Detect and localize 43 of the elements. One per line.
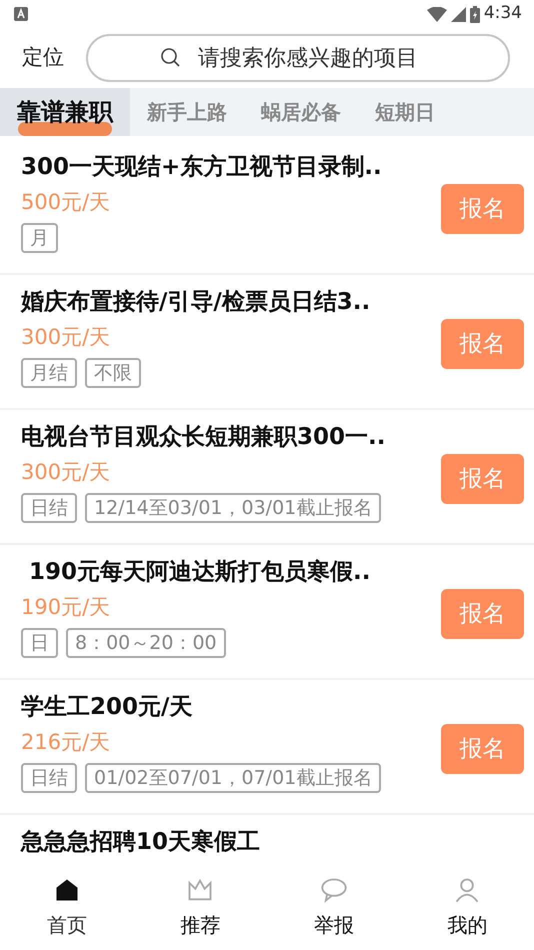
signup-button[interactable]: 报名 <box>441 319 524 369</box>
job-tag: 12/14至03/01，03/01截止报名 <box>85 492 382 523</box>
location-button[interactable]: 定位 <box>22 42 64 74</box>
job-tag: 8：00～20：00 <box>66 628 226 658</box>
job-pay: 216元/天 <box>21 730 112 755</box>
job-tag: 月结 <box>21 358 77 388</box>
clock-time: 4:34 <box>484 2 522 26</box>
category-tab[interactable]: 短期日 <box>358 88 452 136</box>
signup-button[interactable]: 报名 <box>441 454 524 504</box>
nav-tab[interactable]: 我的 <box>400 868 534 950</box>
job-title: 学生工200元/天 <box>21 694 194 722</box>
job-tag: 日结 <box>21 492 77 523</box>
job-title: 婚庆布置接待/引导/检票员日结3.. <box>21 289 372 317</box>
search-field[interactable]: 请搜索你感兴趣的项目 <box>196 40 436 76</box>
battery-icon <box>470 6 480 22</box>
signup-button[interactable]: 报名 <box>441 184 524 234</box>
job-tag: 不限 <box>85 358 141 388</box>
job-title: 190元每天阿迪达斯打包员寒假.. <box>28 559 372 587</box>
category-tab[interactable]: 靠谱兼职 <box>0 88 130 136</box>
nav-tab[interactable]: 举报 <box>267 868 400 950</box>
search-bar[interactable]: 请搜索你感兴趣的项目 <box>86 34 510 82</box>
search-icon <box>160 47 182 69</box>
job-tag: 01/02至07/01，07/01截止报名 <box>85 762 382 793</box>
category-tab[interactable]: 蜗居必备 <box>244 88 358 136</box>
nav-tab[interactable]: 首页 <box>0 868 134 950</box>
job-tag: 日 <box>21 628 58 658</box>
job-title: 电视台节目观众长短期兼职300一.. <box>21 424 386 452</box>
speech-bubble-icon <box>320 876 348 904</box>
signal-icon <box>450 6 466 22</box>
signup-button[interactable]: 报名 <box>441 589 524 639</box>
nav-tab[interactable]: 推荐 <box>134 868 267 950</box>
job-pay: 500元/天 <box>21 190 112 215</box>
job-title: 300一天现结+东方卫视节目录制.. <box>21 154 383 182</box>
category-tab[interactable]: 新手上路 <box>130 88 244 136</box>
job-tag: 月 <box>21 222 58 253</box>
job-tag: 日结 <box>21 762 77 793</box>
job-pay: 300元/天 <box>21 460 112 485</box>
wifi-icon <box>426 6 447 22</box>
signup-button[interactable]: 报名 <box>441 724 524 774</box>
job-pay: 190元/天 <box>21 594 112 620</box>
job-pay: 300元/天 <box>21 324 112 350</box>
job-title: 急急急招聘10天寒假工 <box>21 829 262 857</box>
notification-icon <box>14 7 28 21</box>
